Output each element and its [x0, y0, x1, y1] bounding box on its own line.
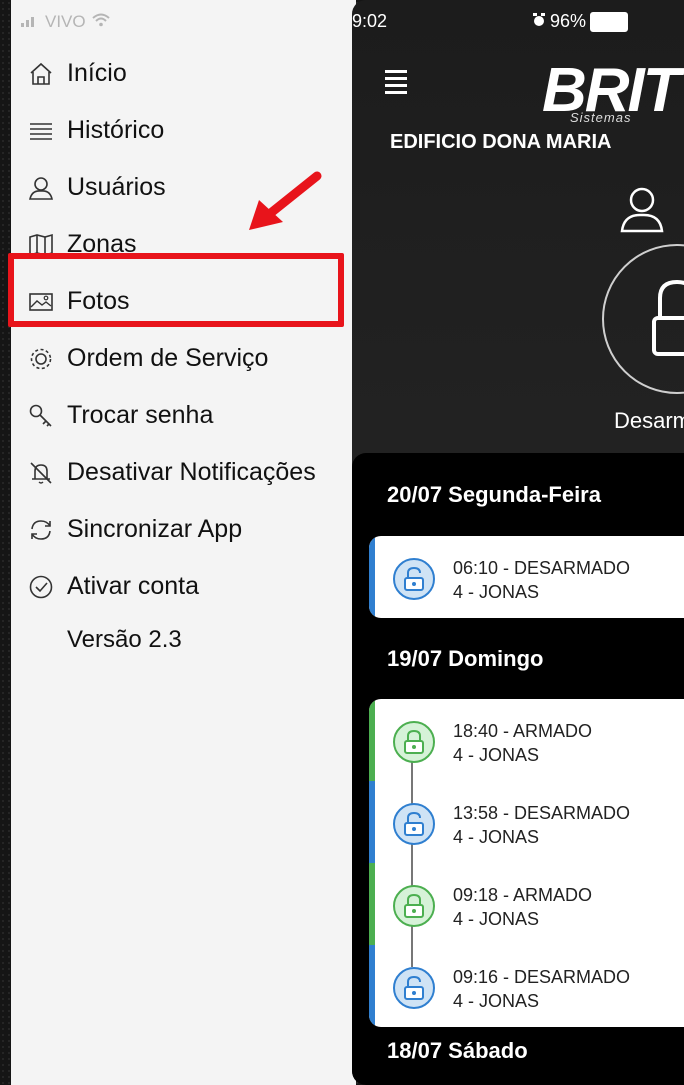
- menu-item-ativar-conta[interactable]: Ativar conta: [11, 558, 356, 615]
- app-version: Versão 2.3: [67, 626, 182, 653]
- entry-user: 4 - JONAS: [453, 827, 540, 847]
- hamburger-menu-icon[interactable]: [385, 70, 407, 98]
- alarm-icon: [532, 11, 546, 32]
- menu-item-historico[interactable]: Histórico: [11, 102, 356, 159]
- entry-user: 4 - JONAS: [453, 909, 540, 929]
- unlocked-icon: [393, 558, 435, 600]
- entry-time-status: 18:40 - ARMADO: [453, 721, 593, 741]
- unlocked-padlock-icon: [652, 280, 684, 356]
- home-icon: [27, 60, 55, 88]
- menu-item-label: Trocar senha: [67, 401, 214, 429]
- signal-icon: [21, 12, 39, 32]
- menu-item-label: Usuários: [67, 173, 166, 201]
- bell-off-icon: [27, 459, 55, 487]
- day-header: 18/07 Sábado: [387, 1038, 528, 1063]
- unlocked-icon: [393, 967, 435, 1009]
- menu-item-label: Histórico: [67, 116, 165, 144]
- log-entry[interactable]: 09:16 - DESARMADO 4 - JONAS: [369, 945, 684, 1027]
- user-icon: [27, 174, 55, 202]
- menu-item-ordem-servico[interactable]: Ordem de Serviço: [11, 330, 356, 387]
- day-card: 18:40 - ARMADO 4 - JONAS 13:58 - DESARMA…: [369, 699, 684, 1027]
- state-bar: [369, 781, 375, 863]
- menu-item-label: Desativar Notificações: [67, 458, 316, 486]
- alarm-status-label: Desarmado: [614, 408, 684, 433]
- battery-percent: 96%: [550, 11, 587, 31]
- user-icon[interactable]: [618, 185, 666, 233]
- menu-item-label: Sincronizar App: [67, 515, 243, 543]
- locked-icon: [393, 885, 435, 927]
- log-entry[interactable]: 18:40 - ARMADO 4 - JONAS: [369, 699, 684, 781]
- list-icon: [27, 117, 55, 145]
- menu-item-label: Ativar conta: [67, 572, 200, 600]
- entry-time-status: 13:58 - DESARMADO: [453, 803, 631, 823]
- day-card: 06:10 - DESARMADO 4 - JONAS: [369, 536, 684, 618]
- app-panel: 09:02 96% BRIT Sistemas EDIFICIO DONA MA…: [352, 0, 684, 1085]
- menu-item-inicio[interactable]: Início: [11, 45, 356, 102]
- event-log: 20/07 Segunda-Feira 06:10 - DESARMADO 4 …: [352, 453, 684, 1085]
- site-name: EDIFICIO DONA MARIA: [390, 131, 612, 153]
- state-bar: [369, 945, 375, 1027]
- entry-user: 4 - JONAS: [453, 745, 540, 765]
- day-header: 20/07 Segunda-Feira: [387, 482, 601, 507]
- day-header: 19/07 Domingo: [387, 646, 544, 671]
- menu-item-sincronizar-app[interactable]: Sincronizar App: [11, 501, 356, 558]
- log-entry[interactable]: 09:18 - ARMADO 4 - JONAS: [369, 863, 684, 945]
- carrier-name: VIVO: [45, 12, 86, 31]
- unlocked-icon: [393, 803, 435, 845]
- highlight-box: [8, 253, 344, 327]
- menu-item-label: Início: [67, 59, 127, 87]
- menu-item-desativar-notificacoes[interactable]: Desativar Notificações: [11, 444, 356, 501]
- entry-user: 4 - JONAS: [453, 582, 540, 602]
- key-icon: [27, 402, 55, 430]
- state-bar: [369, 863, 375, 945]
- side-menu: VIVO Início Histórico Usuários Zonas Fot…: [11, 0, 356, 1085]
- sync-icon: [27, 516, 55, 544]
- gear-icon: [27, 345, 55, 373]
- wifi-icon: [91, 12, 110, 32]
- log-entry[interactable]: 06:10 - DESARMADO 4 - JONAS: [369, 536, 684, 618]
- entry-time-status: 09:16 - DESARMADO: [453, 967, 631, 987]
- log-entry[interactable]: 13:58 - DESARMADO 4 - JONAS: [369, 781, 684, 863]
- brand-logo-subtitle: Sistemas: [570, 110, 632, 125]
- entry-time-status: 06:10 - DESARMADO: [453, 558, 631, 578]
- state-bar: [369, 699, 375, 781]
- state-bar: [369, 536, 375, 618]
- check-circle-icon: [27, 573, 55, 601]
- entry-time-status: 09:18 - ARMADO: [453, 885, 593, 905]
- entry-user: 4 - JONAS: [453, 991, 540, 1011]
- menu-item-trocar-senha[interactable]: Trocar senha: [11, 387, 356, 444]
- menu-item-label: Ordem de Serviço: [67, 344, 269, 372]
- status-time: 09:02: [352, 11, 388, 31]
- battery-icon: [590, 11, 629, 32]
- red-arrow-icon: [249, 171, 322, 230]
- locked-icon: [393, 721, 435, 763]
- status-bar-left: VIVO: [21, 12, 110, 32]
- battery-indicator: 96%: [532, 11, 629, 32]
- status-bar: 09:02 96%: [352, 11, 684, 35]
- menu-list: Início Histórico Usuários Zonas Fotos Or…: [11, 45, 356, 665]
